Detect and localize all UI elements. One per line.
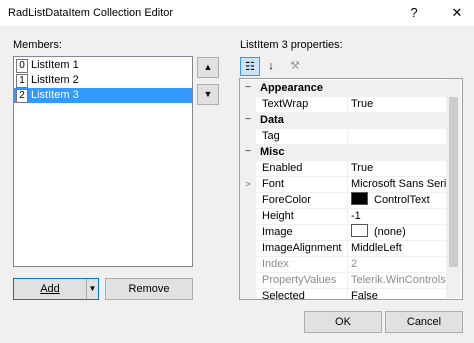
dropdown-arrow-icon[interactable]: ▼ (86, 279, 98, 299)
property-value-text: MiddleLeft (351, 242, 402, 254)
triangle-up-icon: ▲ (203, 62, 213, 72)
property-row[interactable]: Selected False (240, 288, 447, 300)
list-item-label: ListItem 3 (31, 89, 79, 101)
move-up-button[interactable]: ▲ (197, 57, 219, 78)
row-margin[interactable]: > (240, 176, 256, 192)
row-margin (240, 128, 256, 144)
row-margin (240, 272, 256, 288)
property-value-text: (none) (374, 226, 406, 238)
row-margin (240, 224, 256, 240)
list-item-label: ListItem 1 (31, 59, 79, 71)
property-row[interactable]: ForeColor ControlText (240, 192, 447, 209)
property-pages-icon[interactable]: ⚒ (285, 57, 305, 76)
list-item[interactable]: 1 ListItem 2 (14, 73, 192, 88)
collapse-icon[interactable]: − (240, 112, 256, 128)
property-row[interactable]: Height -1 (240, 208, 447, 225)
property-value[interactable]: 2 (347, 256, 447, 272)
members-listbox[interactable]: 0 ListItem 1 1 ListItem 2 2 ListItem 3 (13, 56, 193, 267)
collapse-icon[interactable]: − (240, 80, 256, 96)
row-margin (240, 256, 256, 272)
row-margin (240, 208, 256, 224)
row-margin (240, 288, 256, 299)
row-margin (240, 192, 256, 208)
property-value-text: ControlText (374, 194, 430, 206)
property-value-text: Microsoft Sans Serif, 8.2 (351, 178, 447, 190)
triangle-down-icon: ▼ (203, 89, 213, 99)
property-name: Enabled (262, 162, 303, 174)
category-name: Misc (260, 146, 285, 158)
property-value-text: True (351, 162, 374, 174)
list-item[interactable]: 0 ListItem 1 (14, 58, 192, 73)
property-value-text: -1 (351, 210, 361, 222)
property-row[interactable]: Enabled True (240, 160, 447, 177)
row-margin (240, 160, 256, 176)
color-swatch-icon (351, 224, 368, 237)
property-name: ImageAlignment (262, 242, 342, 254)
property-value[interactable]: True (347, 160, 447, 176)
collapse-icon[interactable]: − (240, 144, 256, 160)
property-category[interactable]: − Misc (240, 144, 447, 161)
property-value[interactable]: False (347, 288, 447, 300)
list-item-label: ListItem 2 (31, 74, 79, 86)
property-name: Font (262, 178, 285, 190)
property-value-text: True (351, 98, 374, 110)
categorized-view-icon[interactable]: ☷ (240, 57, 260, 76)
property-row[interactable]: Tag (240, 128, 447, 145)
property-row[interactable]: PropertyValues Telerik.WinControls.Ra (240, 272, 447, 289)
property-name: Image (262, 226, 293, 238)
property-row[interactable]: TextWrap True (240, 96, 447, 113)
properties-label: ListItem 3 properties: (240, 39, 343, 51)
window-title: RadListDataItem Collection Editor (8, 7, 174, 19)
property-category[interactable]: − Appearance (240, 80, 447, 97)
property-value-text: Telerik.WinControls.Ra (351, 274, 447, 286)
list-item-index: 0 (16, 59, 28, 73)
property-row[interactable]: Index 2 (240, 256, 447, 273)
color-swatch-icon (351, 192, 368, 205)
cancel-button[interactable]: Cancel (385, 311, 463, 333)
remove-button[interactable]: Remove (105, 278, 193, 300)
add-button-label: Add (40, 283, 60, 295)
property-grid[interactable]: − Appearance TextWrap True − Data Tag − Misc Enab… (239, 78, 463, 300)
property-name: Index (262, 258, 289, 270)
members-label: Members: (13, 39, 62, 51)
list-item[interactable]: 2 ListItem 3 (14, 88, 192, 103)
property-value-text: False (351, 290, 378, 300)
property-value[interactable]: -1 (347, 208, 447, 224)
row-margin (240, 240, 256, 256)
scrollbar-thumb[interactable] (449, 97, 458, 267)
property-category[interactable]: − Data (240, 112, 447, 129)
property-name: Height (262, 210, 294, 222)
property-name: ForeColor (262, 194, 311, 206)
property-grid-scrollbar[interactable] (446, 79, 461, 298)
property-name: PropertyValues (262, 274, 337, 286)
property-name: Selected (262, 290, 305, 300)
move-down-button[interactable]: ▼ (197, 84, 219, 105)
list-item-index: 2 (16, 89, 28, 103)
property-row[interactable]: Image (none) (240, 224, 447, 241)
property-name: TextWrap (262, 98, 309, 110)
property-row[interactable]: ImageAlignment MiddleLeft (240, 240, 447, 257)
property-name: Tag (262, 130, 280, 142)
property-value[interactable]: MiddleLeft (347, 240, 447, 256)
alphabetical-sort-icon[interactable]: ↓ (261, 57, 281, 76)
property-value[interactable]: (none) (347, 224, 447, 240)
ok-button[interactable]: OK (304, 311, 382, 333)
category-name: Appearance (260, 82, 323, 94)
property-value[interactable]: True (347, 96, 447, 112)
property-value-text: 2 (351, 258, 358, 270)
add-button[interactable]: Add ▼ (13, 278, 99, 300)
list-item-index: 1 (16, 74, 28, 88)
row-margin (240, 96, 256, 112)
close-button[interactable]: ✕ (444, 3, 470, 23)
property-value[interactable] (347, 128, 447, 144)
property-value[interactable]: ControlText (347, 192, 447, 208)
property-toolbar: ☷ ↓ ⚒ (239, 56, 461, 78)
property-value[interactable]: Microsoft Sans Serif, 8.2 (347, 176, 447, 192)
property-value[interactable]: Telerik.WinControls.Ra (347, 272, 447, 288)
help-button[interactable]: ? (401, 3, 427, 23)
property-row[interactable]: > Font Microsoft Sans Serif, 8.2 (240, 176, 447, 193)
category-name: Data (260, 114, 284, 126)
